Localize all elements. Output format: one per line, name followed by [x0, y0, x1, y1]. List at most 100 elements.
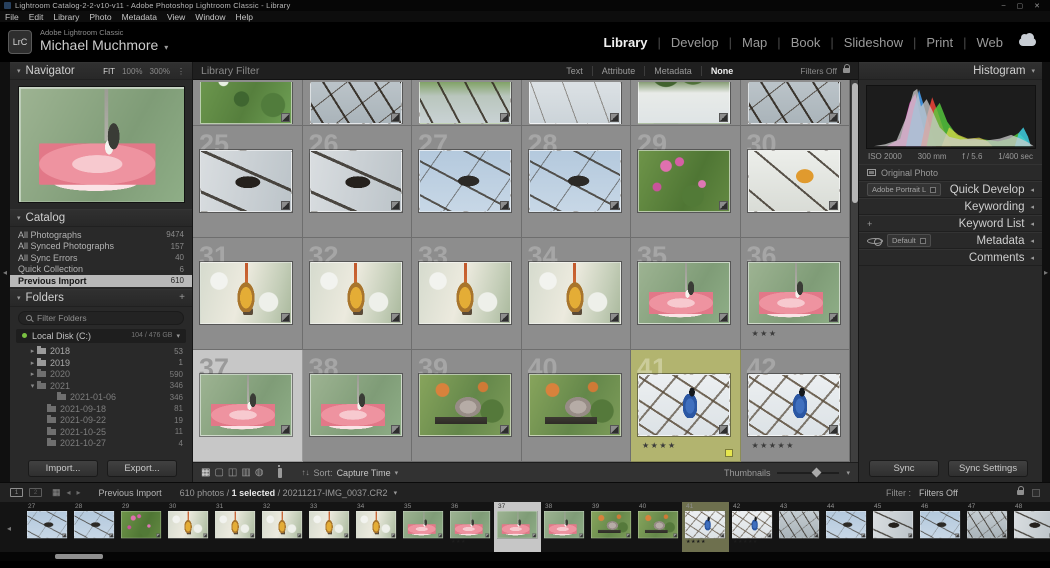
left-panel-collapse-arrow[interactable]: ◂ — [0, 62, 10, 482]
import-button[interactable]: Import... — [28, 460, 98, 477]
filmstrip-thumbnail[interactable]: 28 — [71, 502, 118, 552]
color-label-badge[interactable] — [725, 449, 733, 457]
menu-library[interactable]: Library — [53, 12, 79, 22]
minimize-button[interactable]: – — [1002, 2, 1006, 10]
grid-photo-cell[interactable]: 38 — [303, 350, 413, 462]
filmstrip-scrollbar[interactable] — [0, 552, 1050, 561]
sync-button[interactable]: Sync — [869, 460, 939, 477]
filmstrip-thumbnail[interactable]: 30 — [165, 502, 212, 552]
grid-photo-cell[interactable]: 33 — [412, 238, 522, 350]
grid-photo-cell[interactable]: 30 — [741, 126, 851, 238]
grid-photo-cell[interactable] — [522, 80, 632, 126]
grid-photo-cell[interactable]: 25 — [193, 126, 303, 238]
filter-option-attribute[interactable]: Attribute — [592, 66, 645, 76]
comments-panel-header[interactable]: Comments ◂ — [859, 249, 1042, 266]
menu-edit[interactable]: Edit — [29, 12, 44, 22]
survey-view-icon[interactable]: ▥ — [241, 468, 250, 478]
filmstrip-source-caret[interactable]: ▾ — [394, 489, 398, 497]
filter-lock-icon[interactable] — [1017, 490, 1024, 495]
filmstrip-filter-value-dropdown[interactable]: Filters Off — [919, 488, 1009, 498]
folder-item-2021-10-25[interactable]: 2021-10-2511 — [10, 426, 192, 438]
folder-item-2019[interactable]: ▸20191 — [10, 357, 192, 369]
filmstrip-thumbnail[interactable]: 40 — [635, 502, 682, 552]
identity-dropdown-caret[interactable]: ▾ — [164, 43, 168, 52]
catalog-item-previous-import[interactable]: Previous Import610 — [10, 275, 192, 287]
grid-photo-cell[interactable]: 39 — [412, 350, 522, 462]
histogram-graph[interactable] — [866, 85, 1036, 149]
grid-photo-cell[interactable] — [193, 80, 303, 126]
folder-item-2021-01-06[interactable]: 2021-01-06346 — [10, 392, 192, 404]
grid-view-shortcut-icon[interactable]: ▦ — [52, 487, 61, 498]
catalog-item-all-synced-photographs[interactable]: All Synced Photographs157 — [10, 241, 192, 253]
loupe-view-icon[interactable]: ▢ — [214, 468, 223, 478]
sort-direction-icon[interactable]: ↑↓ — [302, 468, 310, 477]
grid-photo-cell[interactable]: 26 — [303, 126, 413, 238]
folder-item-2018[interactable]: ▸201853 — [10, 346, 192, 358]
grid-scrollbar[interactable] — [850, 80, 858, 462]
filmstrip-thumbnail[interactable]: 47 — [964, 502, 1011, 552]
go-back-arrow-icon[interactable]: ◂ — [67, 488, 71, 497]
navigator-zoom-300%[interactable]: 300% — [150, 67, 170, 76]
filters-state-label[interactable]: Filters Off — [800, 66, 837, 76]
module-tab-library[interactable]: Library — [603, 35, 647, 50]
grid-photo-cell[interactable]: 34 — [522, 238, 632, 350]
sort-dropdown-caret[interactable]: ▾ — [395, 469, 399, 477]
filmstrip-thumbnail[interactable]: 41★★★★ — [682, 502, 729, 552]
metadata-preset-chip[interactable]: Default — [887, 234, 931, 247]
grid-view-icon[interactable]: ▦ — [201, 468, 210, 478]
metadata-panel-header[interactable]: Default Metadata ◂ — [859, 232, 1042, 249]
thumbnail-size-slider[interactable] — [777, 472, 839, 474]
grid-photo-cell[interactable] — [741, 80, 851, 126]
catalog-panel-header[interactable]: ▾ Catalog — [10, 209, 192, 227]
filmstrip-thumbnail[interactable]: 36★★★ — [447, 502, 494, 552]
grid-photo-cell[interactable] — [303, 80, 413, 126]
folder-item-2021-10-27[interactable]: 2021-10-274 — [10, 438, 192, 450]
compare-view-icon[interactable]: ◫ — [228, 468, 237, 478]
grid-photo-cell[interactable] — [412, 80, 522, 126]
quick-develop-panel-header[interactable]: Adobe Portrait L Quick Develop ◂ — [859, 181, 1042, 198]
folder-item-2021-09-18[interactable]: 2021-09-1881 — [10, 403, 192, 415]
star-rating[interactable]: ★★★★★ — [752, 441, 850, 450]
navigator-zoom-fit[interactable]: FIT — [103, 67, 115, 76]
catalog-item-all-photographs[interactable]: All Photographs9474 — [10, 229, 192, 241]
grid-photo-cell[interactable]: 36★★★ — [741, 238, 851, 350]
saved-preset-chip[interactable]: Adobe Portrait L — [867, 183, 941, 196]
navigator-preview[interactable] — [18, 86, 185, 203]
filmstrip-thumbnail[interactable]: 27 — [24, 502, 71, 552]
filmstrip-thumbnail[interactable]: 46 — [917, 502, 964, 552]
go-forward-arrow-icon[interactable]: ▸ — [77, 488, 81, 497]
cloud-sync-icon[interactable] — [1019, 38, 1036, 46]
keyword-list-panel-header[interactable]: + Keyword List ◂ — [859, 215, 1042, 232]
slider-handle[interactable] — [812, 467, 822, 477]
module-tab-develop[interactable]: Develop — [648, 35, 719, 50]
filter-lock-icon[interactable] — [843, 68, 850, 73]
filmstrip-scroll-left-arrow[interactable]: ◂ — [7, 524, 11, 533]
navigator-zoom-100%[interactable]: 100% — [122, 67, 142, 76]
menu-window[interactable]: Window — [195, 12, 225, 22]
module-tab-map[interactable]: Map — [719, 35, 768, 50]
folder-item-2020[interactable]: ▸2020590 — [10, 369, 192, 381]
folder-expand-caret[interactable]: ▸ — [28, 347, 37, 355]
volume-browser-local-disk[interactable]: Local Disk (C:) 104 / 476 GB ▾ — [16, 329, 186, 343]
menu-file[interactable]: File — [5, 12, 19, 22]
histogram-panel-header[interactable]: Histogram ▾ — [859, 62, 1042, 80]
star-rating[interactable]: ★★★ — [752, 329, 850, 338]
filter-folders-input[interactable]: Filter Folders — [18, 311, 184, 325]
filmstrip-thumbnail[interactable]: 39 — [588, 502, 635, 552]
filmstrip-thumbnail[interactable]: 43 — [776, 502, 823, 552]
people-view-icon[interactable]: ◍ — [255, 468, 264, 478]
sync-settings-button[interactable]: Sync Settings — [948, 460, 1028, 477]
filter-option-none[interactable]: None — [701, 66, 743, 76]
preset-expand-icon[interactable] — [930, 187, 936, 193]
filmstrip-status[interactable]: 610 photos / 1 selected / 20211217-IMG_0… — [180, 488, 388, 498]
toolbar-options-caret[interactable]: ▾ — [846, 469, 850, 477]
grid-photo-cell[interactable]: 41★★★★ — [631, 350, 741, 462]
menu-view[interactable]: View — [167, 12, 185, 22]
filmstrip-thumbnail[interactable]: 44 — [823, 502, 870, 552]
catalog-item-all-sync-errors[interactable]: All Sync Errors40 — [10, 252, 192, 264]
grid-photo-cell[interactable]: 31 — [193, 238, 303, 350]
menu-photo[interactable]: Photo — [89, 12, 111, 22]
filmstrip-thumbnail[interactable]: 48 — [1011, 502, 1050, 552]
module-tab-web[interactable]: Web — [953, 35, 1003, 50]
add-keyword-button[interactable]: + — [867, 219, 872, 229]
